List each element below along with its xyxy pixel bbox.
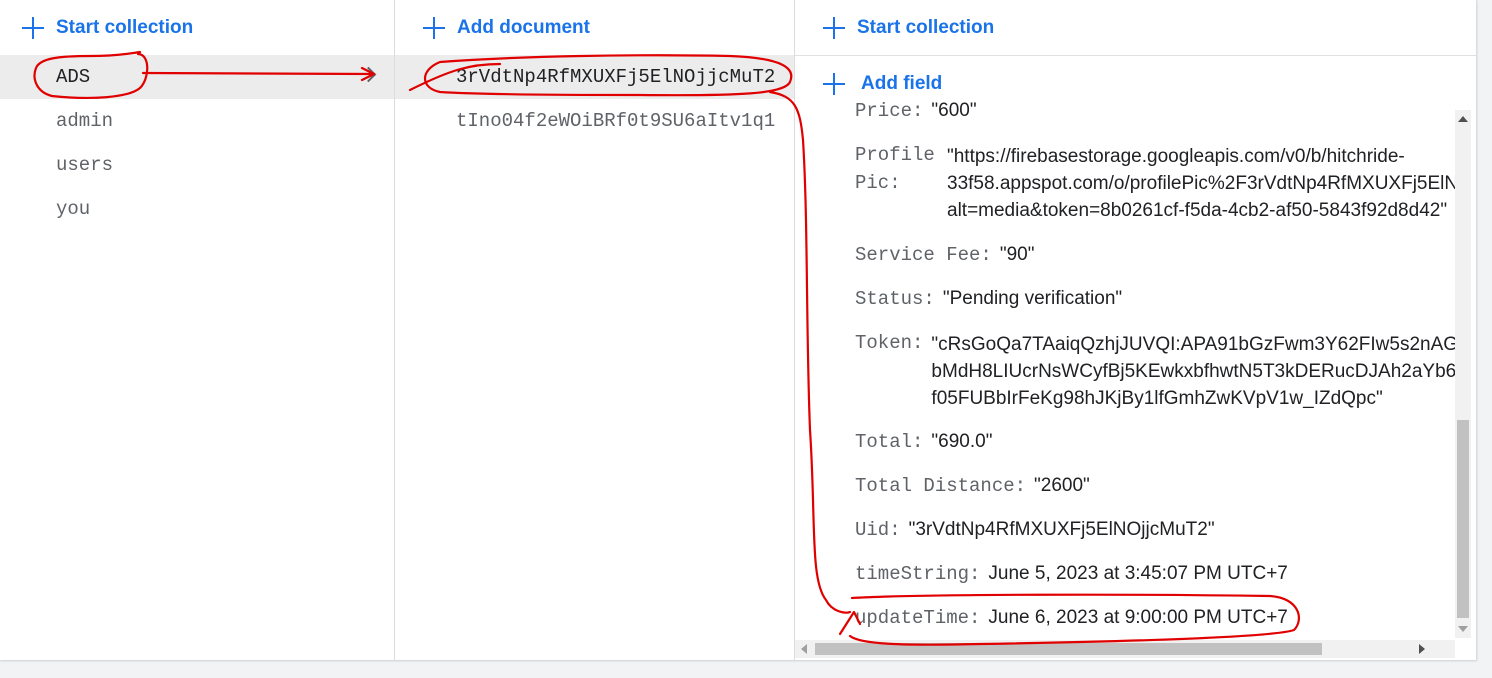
field-row-total[interactable]: Total: "690.0" (855, 431, 992, 453)
document-item[interactable]: tIno04f2eWOiBRf0t9SU6aItv1q1 (395, 99, 794, 143)
collection-item-admin[interactable]: admin (0, 99, 394, 143)
document-id-label: 3rVdtNp4RfMXUXFj5ElNOjjcMuT2 (456, 66, 776, 88)
documents-column: Add document 3rVdtNp4RfMXUXFj5ElNOjjcMuT… (395, 0, 795, 660)
field-key-line: Profile (855, 144, 935, 166)
document-id-label: tIno04f2eWOiBRf0t9SU6aItv1q1 (456, 110, 776, 132)
start-collection-label: Start collection (56, 16, 194, 38)
field-key: Total: (855, 431, 924, 453)
start-subcollection-button[interactable]: Start collection (823, 0, 994, 55)
field-key: Status: (855, 288, 935, 310)
field-value: "2600" (1034, 475, 1090, 496)
field-value: "cRsGoQa7TAaiqQzhjJUVQI:APA91bGzFwm3Y62F… (931, 331, 1455, 412)
collections-column: Start collection ADS admin users you (0, 0, 395, 660)
field-key: timeString: (855, 563, 981, 585)
chevron-right-icon (360, 66, 377, 83)
field-value-line: 33f58.appspot.com/o/profilePic%2F3rVdtNp… (947, 173, 1455, 194)
collection-item-label: admin (56, 110, 114, 132)
scrollbar-thumb[interactable] (815, 643, 1322, 655)
field-value: June 6, 2023 at 9:00:00 PM UTC+7 (988, 607, 1288, 628)
field-row-total-distance[interactable]: Total Distance: "2600" (855, 475, 1090, 497)
scroll-down-arrow-icon[interactable] (1458, 626, 1468, 632)
field-row-updatetime[interactable]: updateTime: June 6, 2023 at 9:00:00 PM U… (855, 607, 1288, 629)
document-item-selected[interactable]: 3rVdtNp4RfMXUXFj5ElNOjjcMuT2 (395, 55, 794, 99)
field-key: Profile Pic: (855, 144, 939, 224)
field-key: updateTime: (855, 607, 981, 629)
field-row-status[interactable]: Status: "Pending verification" (855, 288, 1122, 310)
field-key: Total Distance: (855, 475, 1027, 497)
field-value: "3rVdtNp4RfMXUXFj5ElNOjjcMuT2" (908, 519, 1215, 540)
start-collection-label: Start collection (857, 16, 995, 38)
collection-item-you[interactable]: you (0, 187, 394, 231)
field-row-service-fee[interactable]: Service Fee: "90" (855, 244, 1034, 266)
scroll-up-arrow-icon[interactable] (1458, 116, 1468, 122)
horizontal-scrollbar[interactable] (795, 640, 1455, 658)
field-row-price[interactable]: Price: "600" (855, 102, 977, 122)
plus-icon (823, 73, 845, 95)
collection-item-label: users (56, 154, 114, 176)
field-row-profile-pic[interactable]: Profile Pic: "https://firebasestorage.go… (855, 144, 1455, 224)
field-value: "690.0" (931, 431, 993, 452)
add-field-label: Add field (861, 73, 943, 94)
collection-item-label: ADS (56, 66, 91, 88)
plus-icon (423, 16, 445, 39)
collection-item-users[interactable]: users (0, 143, 394, 187)
field-row-token[interactable]: Token: "cRsGoQa7TAaiqQzhjJUVQI:APA91bGzF… (855, 332, 1455, 412)
scrollbar-thumb[interactable] (1457, 420, 1469, 618)
field-row-timestring[interactable]: timeString: June 5, 2023 at 3:45:07 PM U… (855, 563, 1288, 585)
field-key-line: Pic: (855, 172, 901, 194)
plus-icon (823, 16, 845, 39)
field-value: June 5, 2023 at 3:45:07 PM UTC+7 (988, 563, 1288, 584)
scroll-left-arrow-icon[interactable] (801, 644, 807, 654)
collection-item-label: you (56, 198, 91, 220)
field-value-line: bMdH8LIUcrNsWCyfBj5KEwkxbfhwtN5T3kDERucD… (931, 361, 1455, 382)
field-key: Token: (855, 332, 924, 354)
field-value-line: "https://firebasestorage.googleapis.com/… (947, 146, 1405, 167)
scroll-right-arrow-icon[interactable] (1419, 644, 1425, 654)
field-value-line: f05FUBbIrFeKg98hJKjBy1lfGmhZwKVpV1w_IZdQ… (931, 388, 1383, 409)
add-document-label: Add document (457, 16, 590, 38)
field-value: "https://firebasestorage.googleapis.com/… (947, 143, 1455, 224)
field-value-line: alt=media&token=8b0261cf-f5da-4cb2-af50-… (947, 200, 1448, 221)
collection-item-ads[interactable]: ADS (0, 55, 394, 99)
firestore-data-panel: Start collection ADS admin users you Add… (0, 0, 1477, 660)
field-key: Service Fee: (855, 244, 992, 266)
field-key: Uid: (855, 519, 901, 541)
plus-icon (22, 16, 44, 39)
vertical-scrollbar[interactable] (1455, 110, 1471, 638)
field-value: "600" (931, 102, 977, 121)
field-value: "90" (999, 244, 1035, 265)
field-value-line: "cRsGoQa7TAaiqQzhjJUVQI:APA91bGzFwm3Y62F… (931, 334, 1455, 355)
add-document-button[interactable]: Add document (423, 0, 590, 55)
field-row-uid[interactable]: Uid: "3rVdtNp4RfMXUXFj5ElNOjjcMuT2" (855, 519, 1215, 541)
start-collection-button[interactable]: Start collection (22, 0, 193, 55)
fields-column: Start collection Add field Price: "600" … (795, 0, 1476, 660)
field-key: Price: (855, 102, 924, 122)
fields-list[interactable]: Price: "600" Profile Pic: "https://fireb… (795, 102, 1455, 640)
field-value: "Pending verification" (942, 288, 1123, 309)
